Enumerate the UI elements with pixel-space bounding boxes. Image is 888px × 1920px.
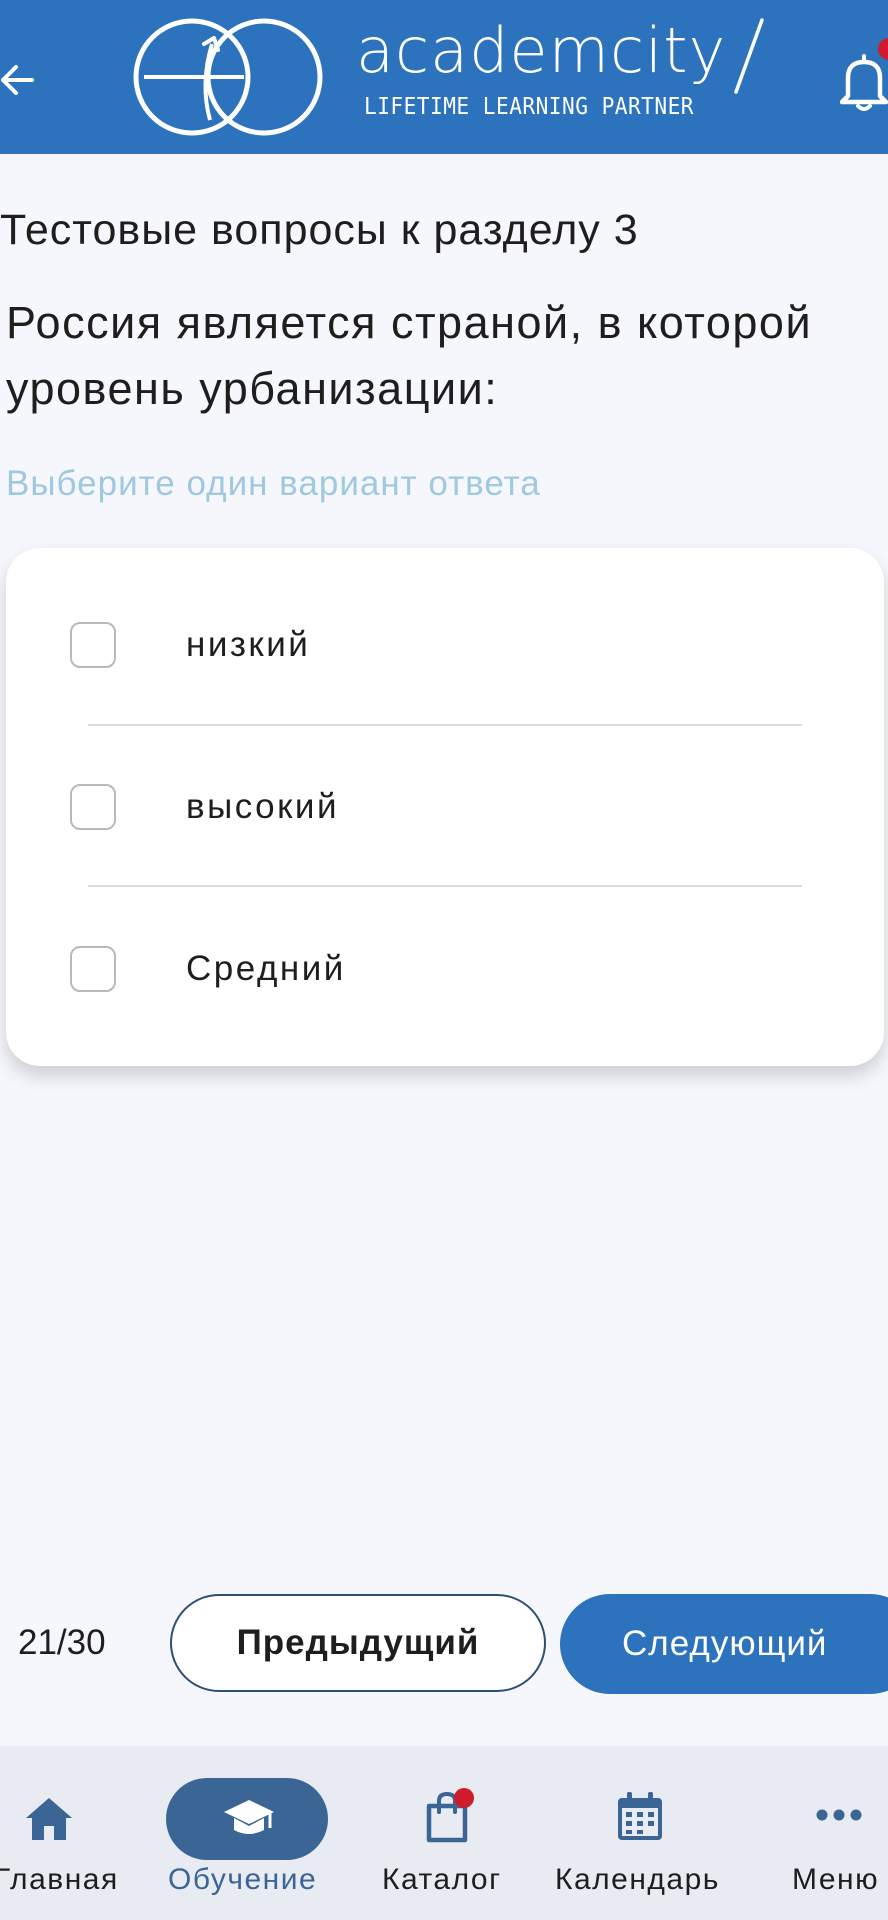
answer-option[interactable]: высокий bbox=[6, 752, 884, 862]
answer-checkbox[interactable] bbox=[70, 946, 116, 992]
back-button[interactable] bbox=[0, 48, 40, 112]
app-header: academcity LIFETIME LEARNING PARTNER bbox=[0, 0, 888, 154]
answers-card: низкий высокий Средний bbox=[6, 548, 884, 1066]
notifications-button[interactable] bbox=[839, 52, 888, 112]
divider bbox=[88, 885, 802, 887]
previous-button[interactable]: Предыдущий bbox=[170, 1594, 546, 1692]
more-dots-icon bbox=[816, 1809, 862, 1821]
brand-slash-mark bbox=[734, 18, 764, 94]
calendar-icon bbox=[618, 1792, 662, 1840]
brand-name: academcity bbox=[356, 14, 727, 87]
answer-option[interactable]: низкий bbox=[6, 590, 884, 700]
nav-item-home[interactable]: Главная bbox=[0, 1746, 130, 1920]
nav-item-menu[interactable]: Меню bbox=[780, 1746, 888, 1920]
answer-label: высокий bbox=[186, 787, 340, 826]
nav-item-learning[interactable]: Обучение bbox=[150, 1746, 340, 1920]
answer-checkbox[interactable] bbox=[70, 784, 116, 830]
home-icon bbox=[26, 1798, 72, 1840]
question-counter: 21/30 bbox=[18, 1623, 106, 1662]
section-title: Тестовые вопросы к разделу 3 bbox=[0, 206, 639, 254]
next-button[interactable]: Следующий bbox=[560, 1594, 888, 1694]
nav-label: Меню bbox=[792, 1863, 880, 1896]
nav-item-calendar[interactable]: Календарь bbox=[550, 1746, 730, 1920]
nav-label: Обучение bbox=[168, 1863, 318, 1896]
academcity-logo bbox=[133, 18, 323, 136]
quiz-screen: academcity LIFETIME LEARNING PARTNER Тес… bbox=[0, 0, 888, 1920]
answer-checkbox[interactable] bbox=[70, 622, 116, 668]
bottom-nav: Главная Обучение Каталог Календарь Меню bbox=[0, 1746, 888, 1920]
catalog-badge bbox=[454, 1788, 474, 1808]
nav-label: Каталог bbox=[382, 1863, 502, 1896]
nav-item-catalog[interactable]: Каталог bbox=[370, 1746, 520, 1920]
answer-option[interactable]: Средний bbox=[6, 914, 884, 1024]
answer-label: Средний bbox=[186, 949, 346, 988]
question-text: Россия является страной, в которой урове… bbox=[6, 297, 813, 414]
answer-label: низкий bbox=[186, 625, 311, 664]
bell-icon bbox=[839, 54, 888, 111]
arrow-left-icon bbox=[1, 65, 34, 95]
brand-tagline: LIFETIME LEARNING PARTNER bbox=[364, 94, 694, 120]
answer-hint: Выберите один вариант ответа bbox=[6, 464, 541, 503]
divider bbox=[88, 724, 802, 726]
nav-label: Календарь bbox=[555, 1863, 720, 1896]
nav-label: Главная bbox=[0, 1863, 119, 1896]
graduation-cap-icon bbox=[224, 1800, 274, 1834]
